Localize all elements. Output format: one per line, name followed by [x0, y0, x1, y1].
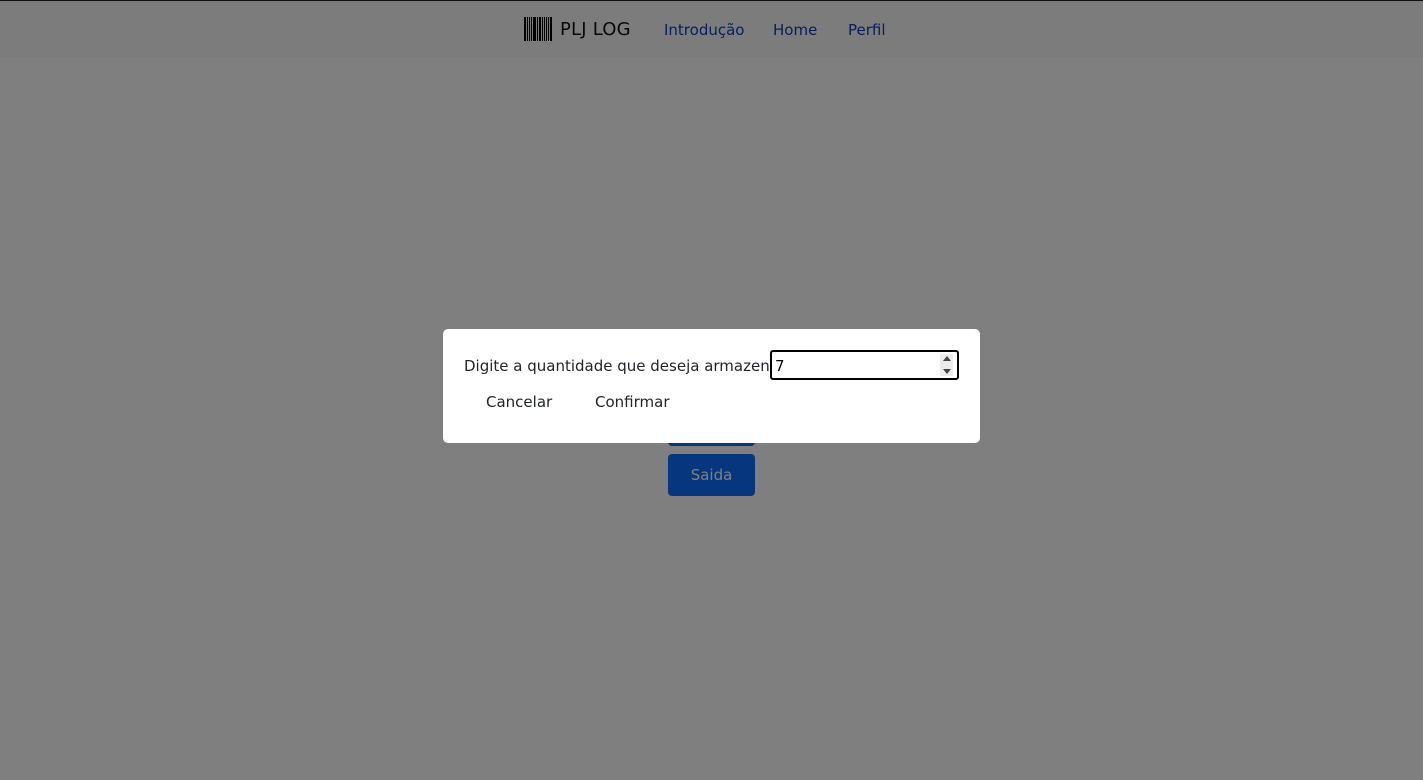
quantity-spinner[interactable] — [940, 354, 953, 376]
cancel-button[interactable]: Cancelar — [486, 393, 552, 411]
quantity-dialog: Digite a quantidade que deseja armazenar… — [443, 329, 980, 443]
quantity-label: Digite a quantidade que deseja armazenar… — [464, 357, 790, 375]
quantity-value: 7 — [775, 357, 785, 375]
confirm-button[interactable]: Confirmar — [595, 393, 669, 411]
decrement-arrow-icon[interactable] — [942, 369, 951, 374]
window-top-border — [0, 0, 1423, 1]
increment-arrow-icon[interactable] — [942, 356, 951, 361]
quantity-input[interactable]: 7 — [770, 350, 959, 380]
